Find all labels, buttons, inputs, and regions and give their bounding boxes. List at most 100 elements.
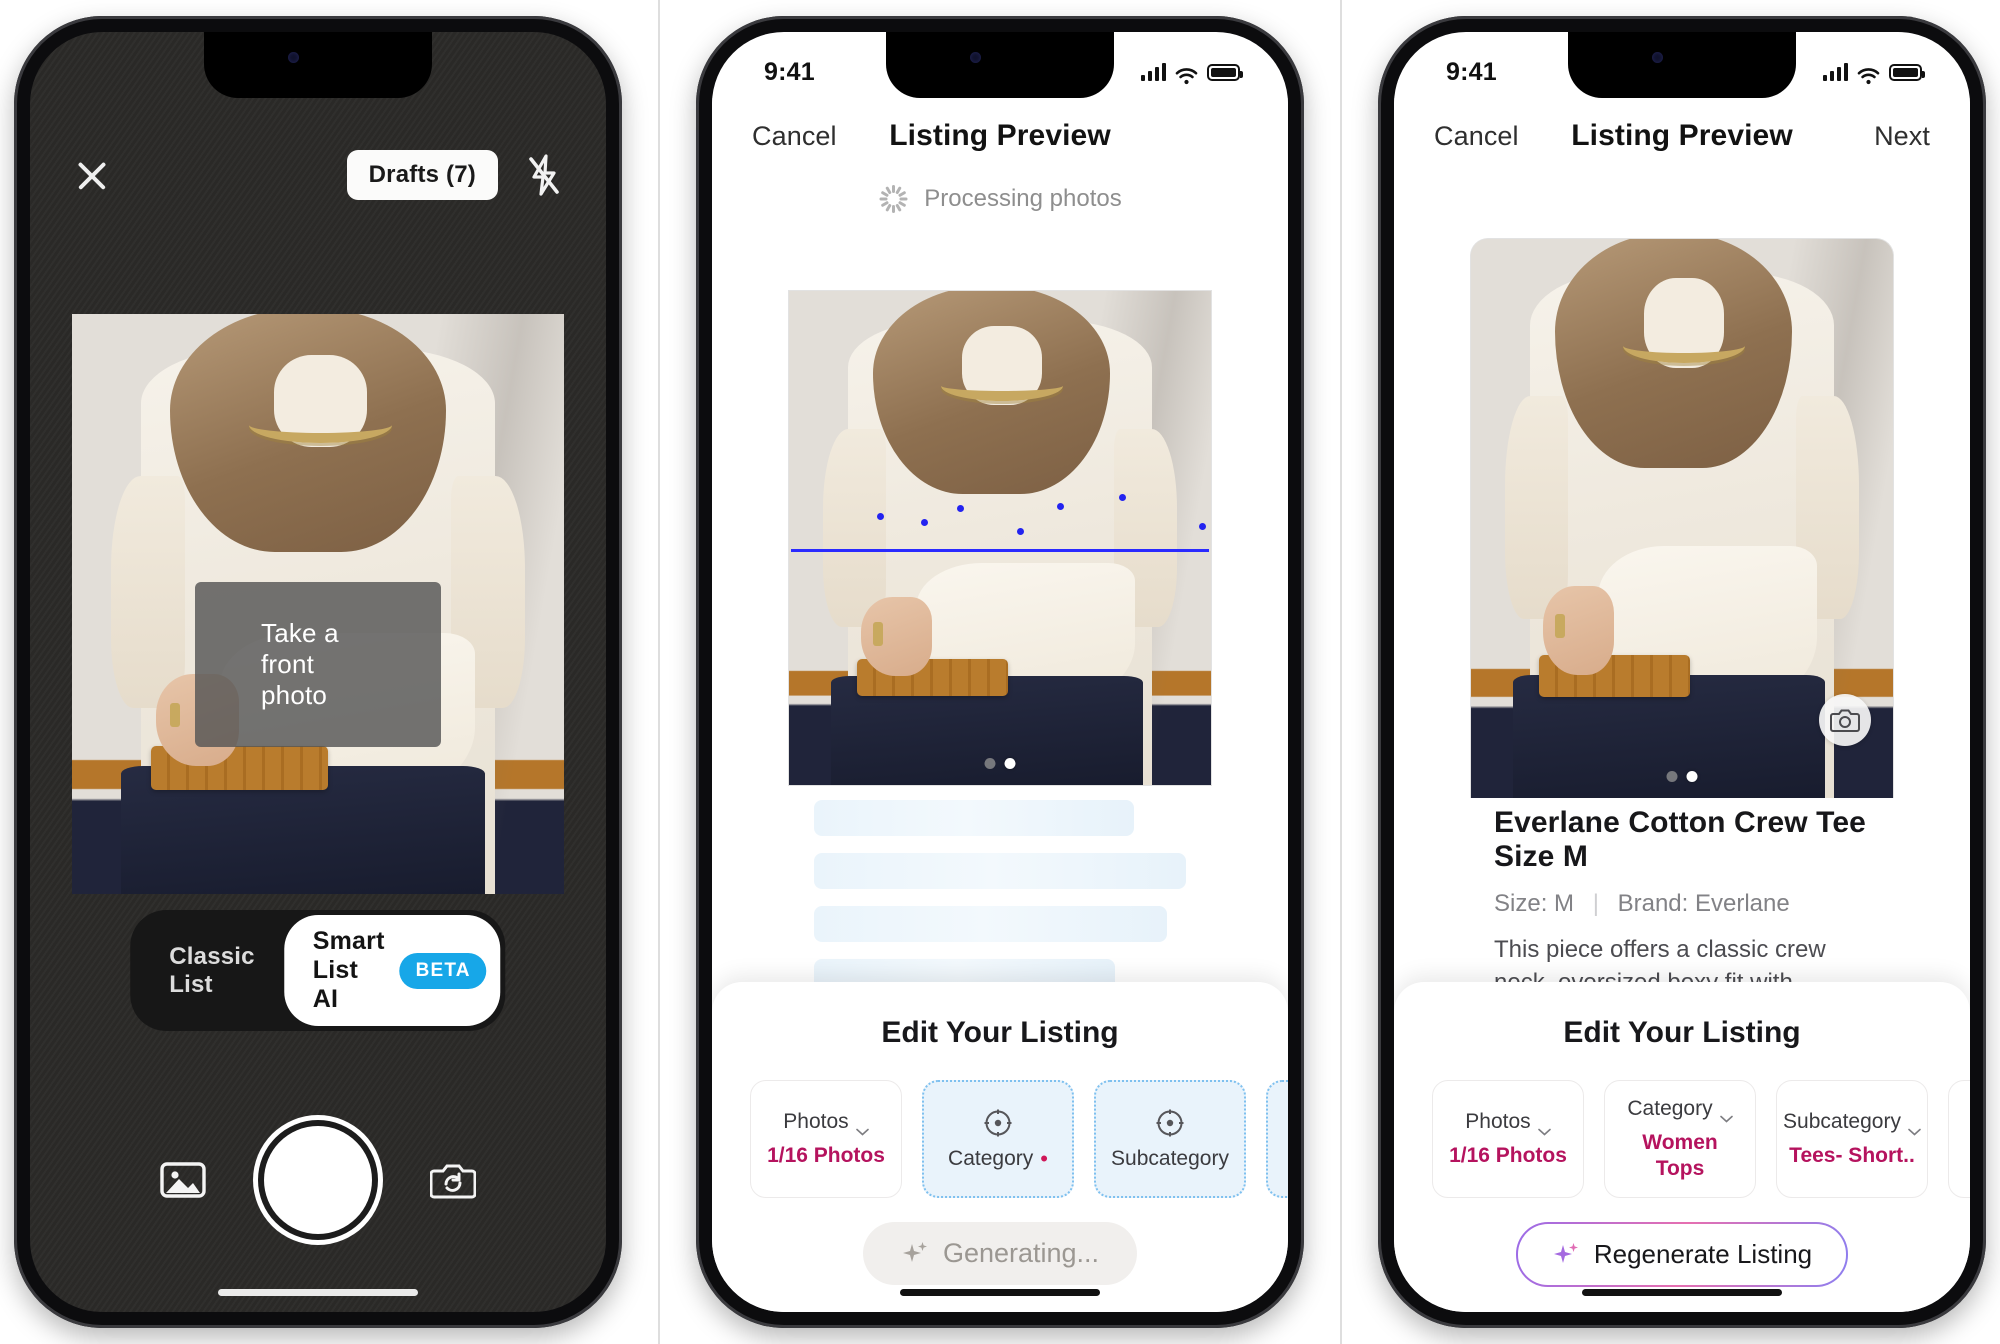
listing-generated-screen: 9:41 Cancel Listing Preview Next Everlan… <box>1394 32 1970 1312</box>
photo-library-icon[interactable] <box>160 1160 206 1200</box>
photo-pager-dots[interactable] <box>984 758 1016 769</box>
processing-label: Processing photos <box>924 185 1122 212</box>
camera-viewfinder[interactable]: Take a front photo <box>72 314 564 894</box>
chip-subcategory[interactable]: Subcategory Tees- Short.. <box>1776 1080 1928 1198</box>
drafts-button[interactable]: Drafts (7) <box>346 150 498 200</box>
home-indicator <box>900 1289 1100 1296</box>
device-notch <box>204 32 432 98</box>
navigation-bar: Cancel Listing Preview Next <box>1394 98 1970 174</box>
chip-photos-label: Photos <box>1465 1110 1551 1136</box>
ai-scan-overlay <box>789 291 1211 785</box>
regenerate-listing-button[interactable]: Regenerate Listing <box>1516 1222 1848 1287</box>
phone-1-camera: Drafts (7) Take a front photo Classic Li… <box>14 16 622 1328</box>
chip-category-value: Women Tops <box>1642 1130 1718 1180</box>
phone-2-listing-processing: 9:41 Cancel Listing Preview Processing p… <box>696 16 1304 1328</box>
wifi-icon <box>1175 63 1198 85</box>
chip-photos-label: Photos <box>783 1110 869 1136</box>
chip-brand[interactable]: Br Ev <box>1948 1080 1970 1198</box>
cancel-button[interactable]: Cancel <box>752 121 844 152</box>
loading-spinner-icon <box>878 184 908 214</box>
navigation-bar: Cancel Listing Preview <box>712 98 1288 174</box>
device-notch <box>886 32 1114 98</box>
home-indicator <box>1582 1289 1782 1296</box>
sheet-title: Edit Your Listing <box>881 1016 1119 1049</box>
generating-button: Generating... <box>862 1222 1138 1285</box>
chevron-down-icon <box>1537 1118 1551 1136</box>
listing-title: Everlane Cotton Crew Tee Size M <box>1494 806 1866 873</box>
edit-listing-sheet: Edit Your Listing Photos 1/16 Photos Cat… <box>1394 982 1970 1312</box>
chip-subcategory-label: Subcategory <box>1111 1146 1229 1170</box>
page-title: Listing Preview <box>889 119 1111 152</box>
chip-subcategory-label: Subcategory <box>1783 1110 1921 1136</box>
sheet-cta-wrap: Regenerate Listing <box>1394 1222 1970 1287</box>
camera-icon[interactable] <box>1819 694 1871 746</box>
take-front-photo-hint[interactable]: Take a front photo <box>195 582 441 747</box>
listing-size: Size: M <box>1494 890 1575 917</box>
cancel-button[interactable]: Cancel <box>1434 121 1526 152</box>
chevron-down-icon <box>855 1118 869 1136</box>
target-icon <box>983 1108 1013 1138</box>
skeleton-row <box>814 906 1168 942</box>
mode-smart-list-label: Smart List AI <box>312 927 385 1013</box>
chevron-down-icon <box>1719 1105 1733 1123</box>
chip-brand[interactable]: B <box>1266 1080 1288 1198</box>
attribute-chip-row[interactable]: Photos 1/16 Photos Category Women Tops S… <box>1394 1050 1970 1198</box>
chip-category[interactable]: Category • <box>922 1080 1074 1198</box>
cellular-bars-icon <box>1822 63 1848 81</box>
mode-classic-list[interactable]: Classic List <box>135 929 284 1013</box>
flash-off-icon[interactable] <box>524 153 564 197</box>
status-time: 9:41 <box>1446 57 1497 86</box>
battery-icon <box>1207 64 1243 81</box>
listing-photo-preview[interactable] <box>1470 238 1894 798</box>
status-indicators <box>1822 63 1925 85</box>
battery-icon <box>1889 64 1925 81</box>
list-mode-toggle: Classic List Smart List AI BETA <box>130 910 506 1031</box>
listing-brand: Brand: Everlane <box>1617 890 1790 917</box>
edit-listing-sheet: Edit Your Listing Photos 1/16 Photos Cat… <box>712 982 1288 1312</box>
chip-photos[interactable]: Photos 1/16 Photos <box>750 1080 902 1198</box>
chip-category-label: Category • <box>948 1145 1048 1171</box>
page-title: Listing Preview <box>1571 119 1793 152</box>
mode-smart-list-ai[interactable]: Smart List AI BETA <box>284 915 501 1026</box>
listing-text-skeleton <box>788 794 1212 1004</box>
regenerate-listing-label: Regenerate Listing <box>1593 1239 1813 1269</box>
skeleton-row <box>814 800 1134 836</box>
target-icon <box>1155 1108 1185 1138</box>
sparkle-icon <box>1552 1241 1580 1269</box>
listing-photo-preview[interactable] <box>788 290 1212 786</box>
close-x-icon[interactable] <box>72 155 112 195</box>
wifi-icon <box>1857 63 1880 85</box>
home-indicator <box>218 1289 418 1296</box>
meta-separator: | <box>1592 890 1599 917</box>
attribute-chip-row[interactable]: Photos 1/16 Photos Category • Subcategor… <box>712 1050 1288 1198</box>
phone-3-listing-generated: 9:41 Cancel Listing Preview Next Everlan… <box>1378 16 1986 1328</box>
skeleton-row <box>814 853 1186 889</box>
sparkle-icon <box>901 1240 929 1268</box>
chip-photos-value: 1/16 Photos <box>767 1143 885 1167</box>
camera-topbar: Drafts (7) <box>30 150 606 200</box>
chip-subcategory[interactable]: Subcategory <box>1094 1080 1246 1198</box>
next-button[interactable]: Next <box>1838 121 1930 152</box>
shutter-button[interactable] <box>264 1126 372 1234</box>
chip-subcategory-value: Tees- Short.. <box>1789 1143 1915 1167</box>
chip-category-label: Category <box>1627 1097 1733 1123</box>
generating-label: Generating... <box>942 1238 1100 1268</box>
flip-camera-icon[interactable] <box>429 1160 477 1200</box>
beta-badge: BETA <box>399 952 487 989</box>
camera-screen: Drafts (7) Take a front photo Classic Li… <box>30 32 606 1312</box>
chip-category[interactable]: Category Women Tops <box>1604 1080 1756 1198</box>
sheet-cta-wrap: Generating... <box>712 1222 1288 1285</box>
screenshot-stage: Drafts (7) Take a front photo Classic Li… <box>0 0 2000 1344</box>
panel-divider-2 <box>1340 0 1342 1344</box>
camera-topbar-right: Drafts (7) <box>346 150 564 200</box>
chip-photos[interactable]: Photos 1/16 Photos <box>1432 1080 1584 1198</box>
listing-processing-screen: 9:41 Cancel Listing Preview Processing p… <box>712 32 1288 1312</box>
listing-meta: Size: M | Brand: Everlane <box>1494 890 1870 918</box>
status-time: 9:41 <box>764 57 815 86</box>
status-indicators <box>1140 63 1243 85</box>
photo-pager-dots[interactable] <box>1666 771 1698 782</box>
chevron-down-icon <box>1908 1118 1921 1136</box>
camera-controls <box>30 1126 606 1234</box>
device-notch <box>1568 32 1796 98</box>
sheet-title: Edit Your Listing <box>1563 1016 1801 1049</box>
